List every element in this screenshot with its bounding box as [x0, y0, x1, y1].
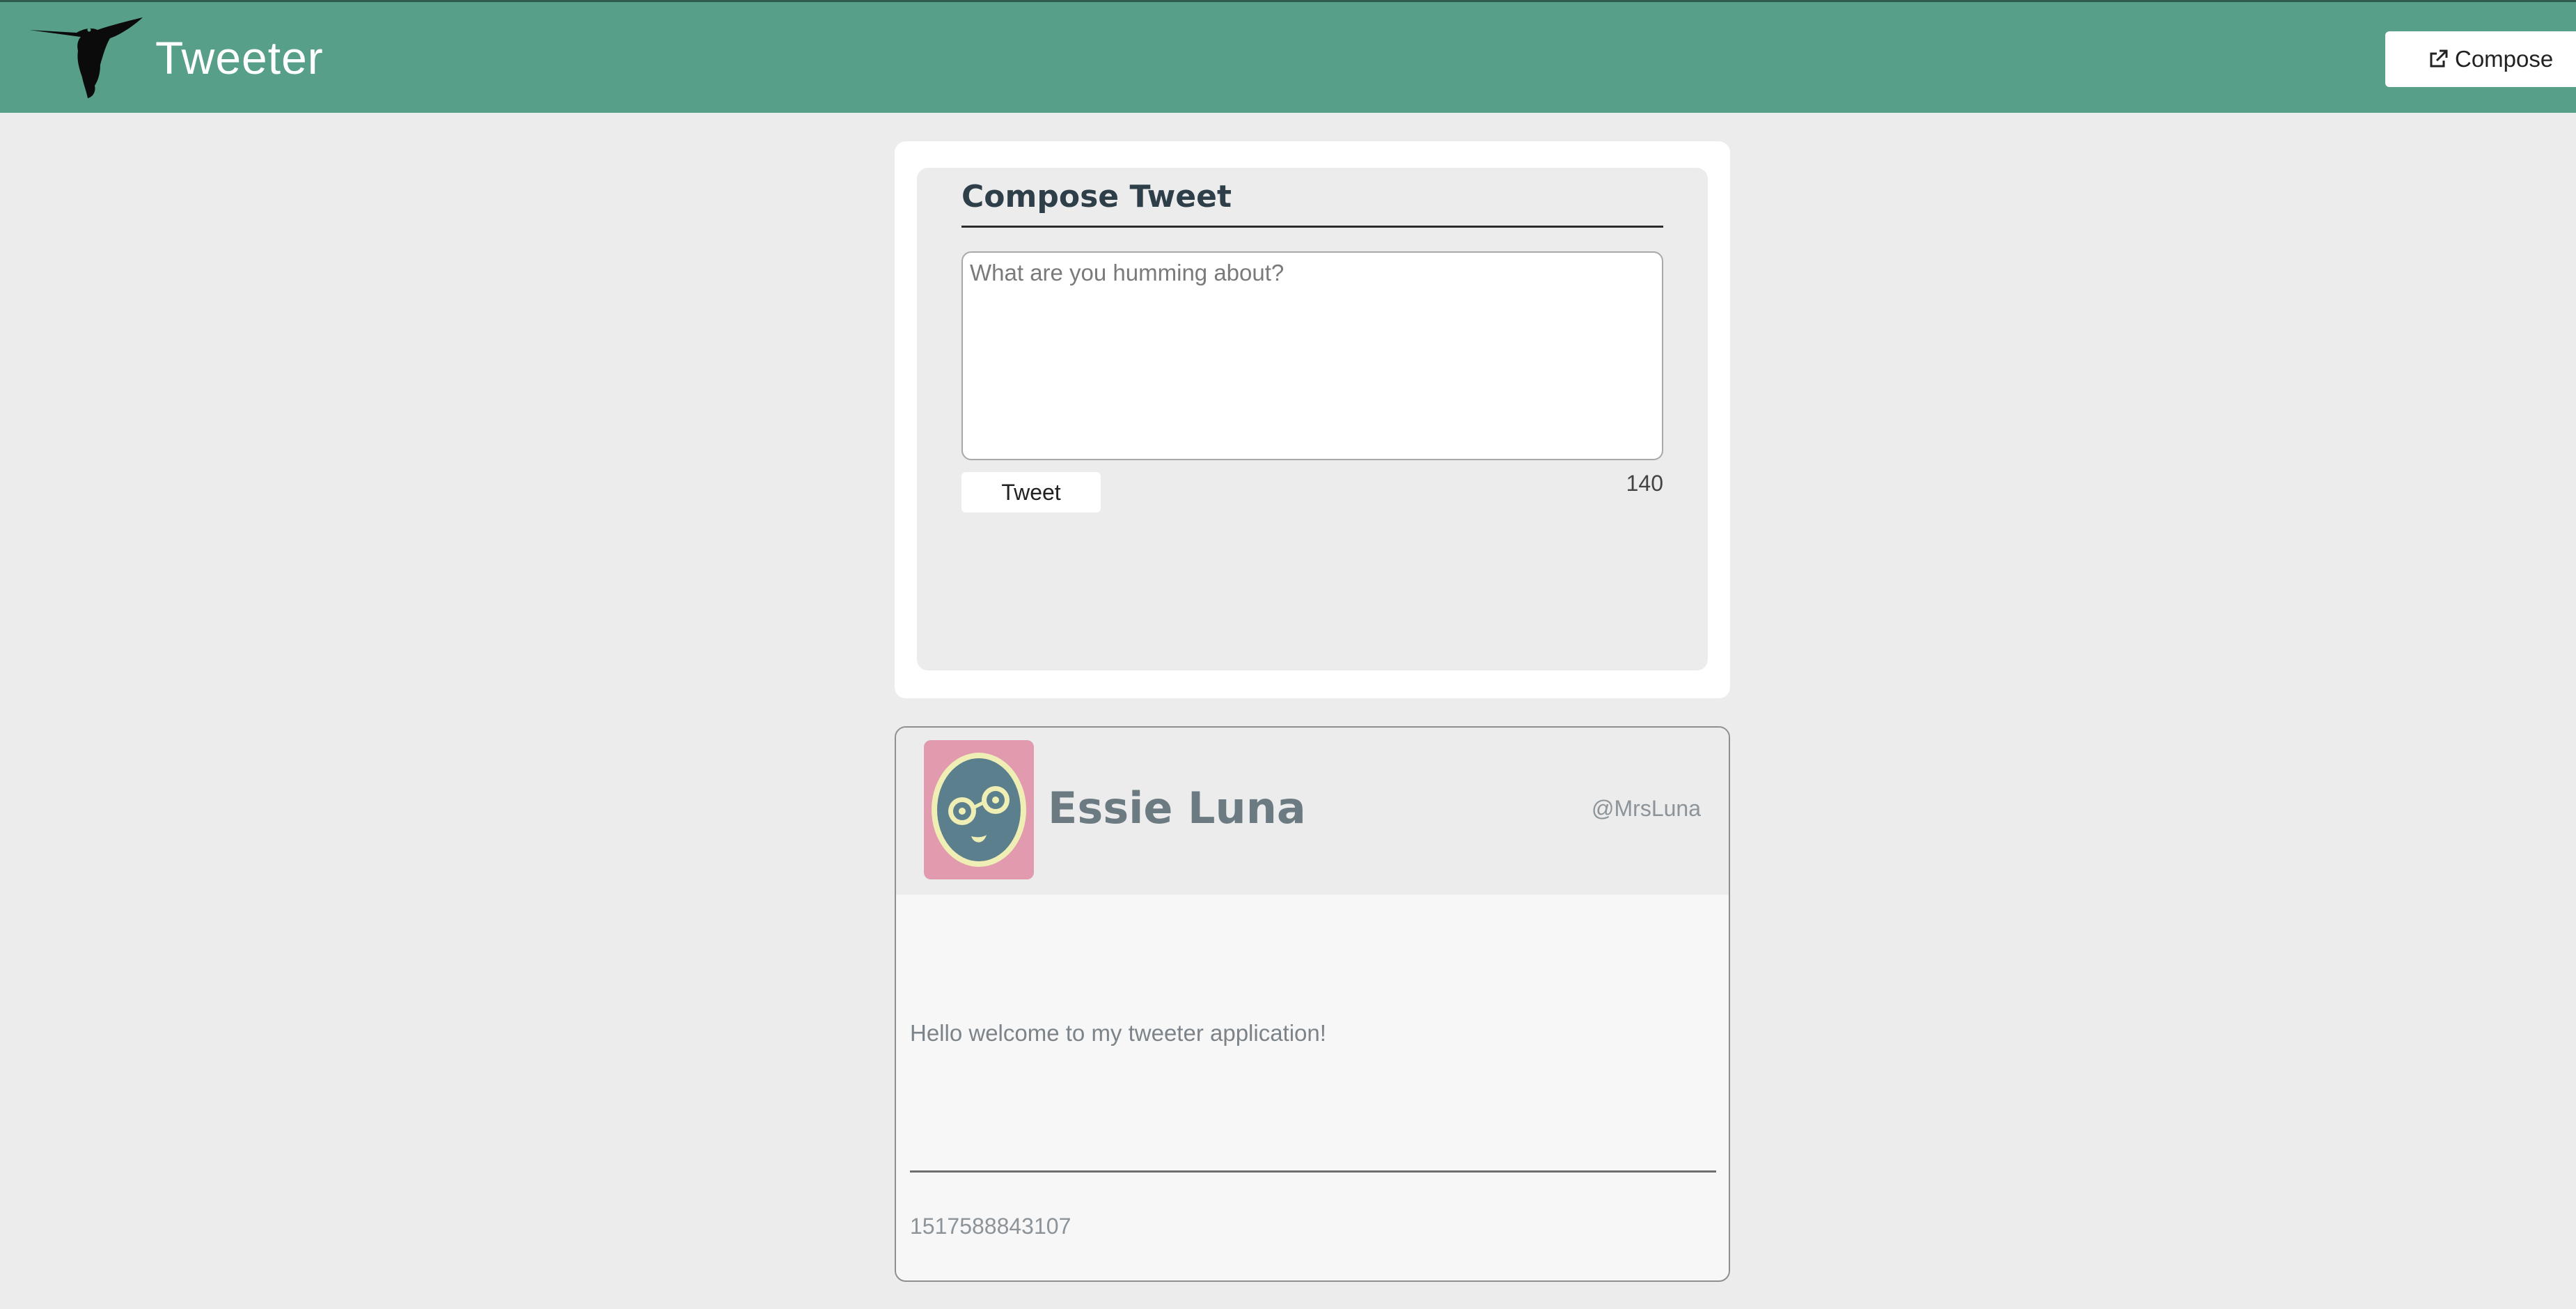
avatar [924, 740, 1034, 879]
tweet-header: Essie Luna @MrsLuna [896, 728, 1729, 895]
compose-card: Compose Tweet Tweet 140 [895, 141, 1730, 698]
external-link-icon [2430, 49, 2448, 68]
hummingbird-logo-icon [29, 17, 143, 98]
compose-panel: Compose Tweet Tweet 140 [917, 168, 1708, 671]
compose-button[interactable]: Compose [2385, 31, 2576, 87]
tweet-card: Essie Luna @MrsLuna Hello welcome to my … [895, 726, 1730, 1282]
face-with-glasses-icon [932, 753, 1026, 867]
tweet-timestamp: 1517588843107 [910, 1214, 1071, 1239]
top-nav: Tweeter Compose [0, 0, 2576, 113]
compose-button-label: Compose [2455, 46, 2554, 72]
author-handle: @MrsLuna [1592, 796, 1701, 821]
tweet-divider [910, 1170, 1716, 1173]
author-name: Essie Luna [1048, 783, 1306, 833]
tweet-submit-button[interactable]: Tweet [961, 472, 1101, 512]
character-counter: 140 [1626, 471, 1663, 496]
tweet-content: Hello welcome to my tweeter application! [910, 1020, 1326, 1046]
compose-title: Compose Tweet [961, 176, 1663, 228]
tweet-textarea[interactable] [961, 251, 1663, 460]
brand-title[interactable]: Tweeter [155, 30, 324, 86]
